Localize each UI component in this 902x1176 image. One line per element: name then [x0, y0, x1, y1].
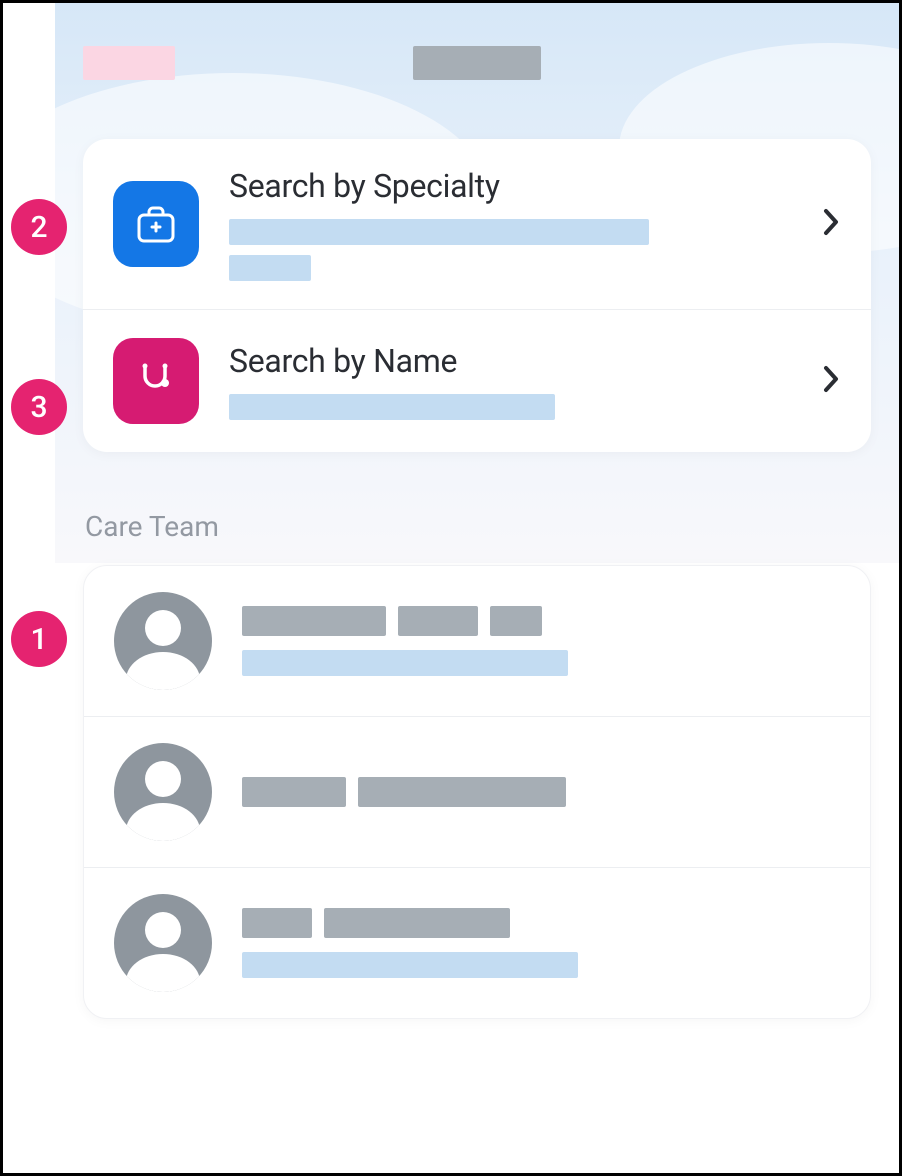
member-text [242, 777, 840, 807]
search-by-specialty[interactable]: Search by Specialty [83, 139, 871, 309]
care-team-card [83, 565, 871, 1019]
option-subtitle [229, 394, 793, 420]
chevron-right-icon [823, 208, 841, 240]
member-text [242, 908, 840, 978]
back-button[interactable] [83, 46, 175, 80]
left-gutter [3, 3, 55, 1173]
member-subtitle [242, 650, 568, 676]
care-team-member[interactable] [84, 566, 870, 716]
annotation-marker-3: 3 [11, 379, 67, 435]
option-title: Search by Specialty [229, 167, 793, 205]
main-content: Search by Specialty [55, 3, 899, 1173]
member-name [242, 777, 840, 807]
stethoscope-icon [113, 338, 199, 424]
annotation-marker-2: 2 [11, 199, 67, 255]
option-text: Search by Specialty [229, 167, 793, 281]
page-title [413, 46, 541, 80]
search-by-name[interactable]: Search by Name [83, 309, 871, 452]
page-header [83, 35, 871, 91]
member-name [242, 606, 840, 636]
member-text [242, 606, 840, 676]
search-options-card: Search by Specialty [83, 139, 871, 452]
care-team-label: Care Team [85, 510, 871, 543]
member-subtitle [242, 952, 578, 978]
care-team-member[interactable] [84, 867, 870, 1018]
avatar-icon [114, 743, 212, 841]
option-text: Search by Name [229, 342, 793, 420]
option-title: Search by Name [229, 342, 793, 380]
medical-bag-icon [113, 181, 199, 267]
chevron-right-icon [823, 365, 841, 397]
avatar-icon [114, 894, 212, 992]
avatar-icon [114, 592, 212, 690]
member-name [242, 908, 840, 938]
care-team-member[interactable] [84, 716, 870, 867]
annotation-marker-1: 1 [11, 611, 67, 667]
option-subtitle [229, 219, 793, 281]
